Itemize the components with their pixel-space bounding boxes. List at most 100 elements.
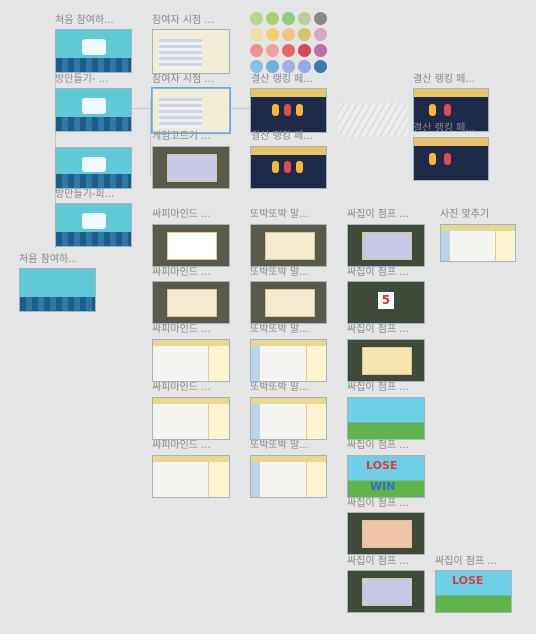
color-swatch[interactable] bbox=[314, 60, 327, 73]
color-swatch[interactable] bbox=[298, 60, 311, 73]
frame-thumbnail-quick-mind-5[interactable] bbox=[152, 455, 230, 498]
frame-thumbnail-result-ranking[interactable] bbox=[250, 88, 327, 133]
dialog-card bbox=[166, 289, 218, 317]
win-text: WIN bbox=[370, 480, 396, 493]
frame-label: 또박또박 말... bbox=[250, 440, 309, 451]
color-swatch[interactable] bbox=[266, 12, 279, 25]
color-swatch[interactable] bbox=[250, 28, 263, 41]
frame-thumbnail-game-select[interactable] bbox=[152, 146, 230, 189]
frame-label: 싸집이 점프 ... bbox=[435, 556, 497, 567]
frame-label: 처음 참여하... bbox=[19, 254, 78, 265]
frame-label: 싸집이 점프 ... bbox=[347, 209, 409, 220]
lantern-icon bbox=[272, 161, 279, 174]
frame-thumbnail-jump-4[interactable] bbox=[347, 397, 425, 440]
color-swatch[interactable] bbox=[298, 44, 311, 57]
chat-panel bbox=[305, 404, 326, 439]
frame-thumbnail-photo-match[interactable] bbox=[440, 224, 516, 262]
design-canvas[interactable]: 처음 참여하... 방만들기- ... 방만들기-회... 처음 참여하... … bbox=[0, 0, 536, 634]
frame-thumbnail-quick-mind-3[interactable] bbox=[152, 339, 230, 382]
ship-illustration bbox=[81, 156, 106, 172]
frame-thumbnail-participant-view-2[interactable] bbox=[151, 87, 231, 134]
color-swatch[interactable] bbox=[282, 12, 295, 25]
color-swatch[interactable] bbox=[250, 60, 263, 73]
flow-connector bbox=[150, 98, 151, 176]
countdown-number: 5 bbox=[378, 292, 394, 309]
color-swatch[interactable] bbox=[314, 28, 327, 41]
frame-thumbnail-clip-5[interactable] bbox=[250, 455, 327, 498]
color-swatch[interactable] bbox=[298, 12, 311, 25]
frame-label: 싸피마인드 ... bbox=[152, 382, 211, 393]
color-swatch[interactable] bbox=[266, 44, 279, 57]
dialog-card bbox=[361, 232, 413, 260]
frame-thumbnail-result-ranking-4[interactable] bbox=[413, 137, 489, 181]
color-swatch[interactable] bbox=[266, 60, 279, 73]
frame-thumbnail-jump-2[interactable]: 5 bbox=[347, 281, 425, 324]
lantern-icon bbox=[428, 103, 436, 116]
frame-thumbnail-clip[interactable] bbox=[250, 224, 327, 267]
frame-thumbnail-jump-6[interactable] bbox=[347, 512, 425, 555]
frame-thumbnail-room-create[interactable] bbox=[55, 88, 132, 132]
chat-panel bbox=[305, 346, 326, 381]
header-bar bbox=[414, 138, 488, 146]
color-swatch[interactable] bbox=[314, 12, 327, 25]
frame-label: 결산 랭킹 페... bbox=[251, 74, 313, 85]
frame-thumbnail-jump[interactable] bbox=[347, 224, 425, 267]
color-palette bbox=[250, 12, 332, 76]
frame-label: 참여자 시점 ... bbox=[152, 74, 214, 85]
frame-thumbnail-room-create-3[interactable] bbox=[55, 203, 132, 247]
frame-thumbnail-clip-2[interactable] bbox=[250, 281, 327, 324]
color-swatch[interactable] bbox=[282, 44, 295, 57]
frame-thumbnail-room-create-2[interactable] bbox=[55, 147, 132, 189]
ship-illustration bbox=[81, 213, 106, 230]
frame-thumbnail-first-visit[interactable] bbox=[55, 29, 132, 73]
frame-thumbnail-first-visit-2[interactable] bbox=[19, 268, 96, 312]
frame-thumbnail-jump-5[interactable]: LOSE WIN bbox=[347, 455, 425, 498]
dialog-card bbox=[361, 347, 413, 375]
frame-label: 결산 랭킹 페... bbox=[413, 74, 475, 85]
chat-panel bbox=[208, 346, 229, 381]
frame-label: 싸피마인드 ... bbox=[152, 267, 211, 278]
lantern-icon bbox=[428, 152, 436, 165]
frame-thumbnail-clip-3[interactable] bbox=[250, 339, 327, 382]
frame-thumbnail-quick-mind-4[interactable] bbox=[152, 397, 230, 440]
frame-label: 싸피마인드 ... bbox=[152, 209, 211, 220]
lose-text: LOSE bbox=[366, 459, 398, 472]
color-swatch[interactable] bbox=[298, 28, 311, 41]
header-bar bbox=[251, 89, 326, 97]
lantern-icon bbox=[296, 104, 303, 117]
color-swatch[interactable] bbox=[266, 28, 279, 41]
color-swatch[interactable] bbox=[282, 60, 295, 73]
color-swatch[interactable] bbox=[250, 44, 263, 57]
flow-connector bbox=[230, 108, 252, 109]
frame-label: 싸피마인드 ... bbox=[152, 440, 211, 451]
lantern-icon bbox=[443, 103, 451, 116]
frame-thumbnail-result-ranking-2[interactable] bbox=[250, 146, 327, 189]
frame-label: 결산 랭킹 페... bbox=[413, 123, 475, 134]
frame-thumbnail-jump-8[interactable]: LOSE bbox=[435, 570, 512, 613]
lantern-icon bbox=[284, 104, 291, 117]
ship-illustration bbox=[81, 39, 106, 56]
ship-illustration bbox=[81, 98, 106, 115]
participant-list bbox=[159, 39, 202, 69]
frame-label: 싸집이 점프 ... bbox=[347, 440, 409, 451]
frame-thumbnail-quick-mind[interactable] bbox=[152, 224, 230, 267]
lose-text: LOSE bbox=[452, 574, 484, 587]
chat-panel bbox=[305, 462, 326, 497]
dialog-card bbox=[166, 232, 218, 260]
color-swatch[interactable] bbox=[250, 12, 263, 25]
frame-thumbnail-clip-4[interactable] bbox=[250, 397, 327, 440]
header-bar bbox=[251, 147, 326, 155]
lantern-icon bbox=[272, 104, 279, 117]
frame-thumbnail-jump-3[interactable] bbox=[347, 339, 425, 382]
color-swatch[interactable] bbox=[282, 28, 295, 41]
frame-thumbnail-jump-7[interactable] bbox=[347, 570, 425, 613]
frame-label: 또박또박 말... bbox=[250, 209, 309, 220]
dialog-card bbox=[361, 520, 413, 548]
frame-label: 싸집이 점프 ... bbox=[347, 556, 409, 567]
lantern-icon bbox=[284, 161, 291, 174]
color-swatch[interactable] bbox=[314, 44, 327, 57]
frame-label: 싸집이 점프 ... bbox=[347, 267, 409, 278]
frame-thumbnail-participant-view[interactable] bbox=[152, 29, 230, 74]
frame-thumbnail-quick-mind-2[interactable] bbox=[152, 281, 230, 324]
frame-label: 결산 랭킹 페... bbox=[251, 131, 313, 142]
